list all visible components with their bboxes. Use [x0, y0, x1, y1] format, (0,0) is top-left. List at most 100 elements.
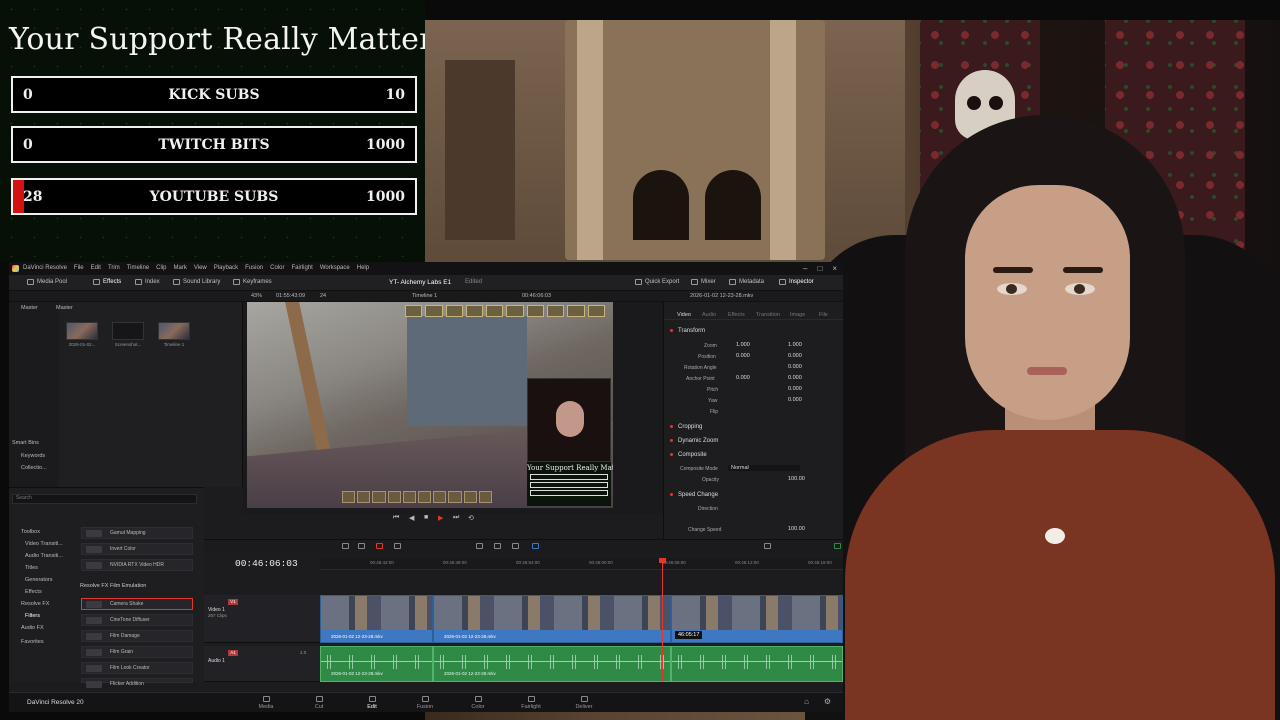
media-clip[interactable]: Screenshot...	[112, 322, 144, 348]
param-pitch-value[interactable]: 0.000	[788, 386, 802, 392]
video-frame[interactable]: Your Support Really Matters	[247, 302, 613, 508]
tree-item-filters[interactable]: Filters	[25, 613, 40, 619]
fx-nvidia-rtx-video-hdr[interactable]: NVIDIA RTX Video HDR	[81, 559, 193, 571]
trim-tool-icon[interactable]	[358, 543, 365, 549]
page-cut[interactable]: Cut	[304, 696, 334, 710]
minimize-icon[interactable]: –	[803, 264, 807, 273]
menu-item-view[interactable]: View	[194, 265, 207, 271]
snapping-icon[interactable]	[476, 543, 483, 549]
keyframes-button[interactable]: Keyframes	[233, 279, 272, 285]
tree-item-video-transitions[interactable]: Video Transiti...	[25, 541, 63, 547]
skip-start-icon[interactable]: ⏮	[393, 514, 399, 522]
tree-item-audio-fx[interactable]: Audio FX	[21, 625, 44, 631]
mixer-button[interactable]: Mixer	[691, 279, 716, 285]
page-color[interactable]: Color	[463, 696, 493, 710]
param-position-y[interactable]: 0.000	[788, 353, 802, 359]
index-button[interactable]: Index	[135, 279, 160, 285]
menu-item-timeline[interactable]: Timeline	[127, 265, 149, 271]
play-icon[interactable]: ▶	[438, 514, 443, 522]
menu-item-fairlight[interactable]: Fairlight	[291, 265, 312, 271]
tree-item-titles[interactable]: Titles	[25, 565, 38, 571]
video-clip[interactable]: 2026-01-02 12-23-28.mkv	[320, 595, 433, 643]
maximize-icon[interactable]: □	[817, 264, 822, 273]
video-track-header[interactable]: V1 Video 1 267 Clips	[204, 595, 320, 643]
volume-icon[interactable]	[764, 543, 771, 549]
menu-item-fusion[interactable]: Fusion	[245, 265, 263, 271]
menu-item-playback[interactable]: Playback	[214, 265, 238, 271]
param-anchor-y[interactable]: 0.000	[788, 375, 802, 381]
tree-item-toolbox[interactable]: Toolbox	[21, 529, 40, 535]
smart-bin-keywords[interactable]: Keywords	[21, 453, 45, 459]
tab-transition[interactable]: Transition	[756, 312, 780, 318]
tree-item-resolve-fx[interactable]: Resolve FX	[21, 601, 49, 607]
menu-item-workspace[interactable]: Workspace	[320, 265, 350, 271]
menu-item-color[interactable]: Color	[270, 265, 284, 271]
audio-track-header[interactable]: A1 Audio 1 2.0	[204, 646, 320, 682]
fx-cinetone-diffuser[interactable]: CineTone Diffuser	[81, 614, 193, 626]
page-deliver[interactable]: Deliver	[569, 696, 599, 710]
fx-flicker-addition[interactable]: Flicker Addition	[81, 678, 193, 688]
audio-clip[interactable]	[671, 646, 843, 682]
audio-clip[interactable]: 2026-01-02 12-23-28.mkv	[433, 646, 671, 682]
smart-bin-collections[interactable]: Collectio...	[21, 465, 47, 471]
param-yaw-value[interactable]: 0.000	[788, 397, 802, 403]
tree-item-effects[interactable]: Effects	[25, 589, 42, 595]
selection-tool-icon[interactable]	[342, 543, 349, 549]
fx-camera-shake[interactable]: Camera Shake	[81, 598, 193, 610]
page-media[interactable]: Media	[251, 696, 281, 710]
media-pool-button[interactable]: Media Pool	[27, 279, 67, 285]
menu-item-app[interactable]: DaVinci Resolve	[23, 265, 67, 271]
play-reverse-icon[interactable]: ◀	[409, 514, 414, 522]
composite-mode-select[interactable]: Normal	[728, 465, 800, 471]
tab-video[interactable]: Video	[677, 312, 691, 318]
section-composite[interactable]: Composite	[670, 452, 707, 458]
page-edit[interactable]: Edit	[357, 696, 387, 710]
audio-clip[interactable]: 2026-01-02 12-23-28.mkv	[320, 646, 433, 682]
timeline-name[interactable]: Timeline 1	[412, 293, 437, 299]
timeline-playhead[interactable]	[659, 558, 666, 682]
section-dynamic-zoom[interactable]: Dynamic Zoom	[670, 438, 718, 444]
loop-icon[interactable]: ⟲	[468, 514, 474, 522]
linked-selection-icon[interactable]	[494, 543, 501, 549]
param-anchor-x[interactable]: 0.000	[736, 375, 750, 381]
sound-library-button[interactable]: Sound Library	[173, 279, 220, 285]
viewer-zoom[interactable]: 43%	[251, 293, 262, 299]
menu-item-file[interactable]: File	[74, 265, 84, 271]
menu-item-clip[interactable]: Clip	[156, 265, 166, 271]
video-clip[interactable]: 2026-01-02 12-23-28.mkv	[433, 595, 671, 643]
fx-film-look-creator[interactable]: Film Look Creator	[81, 662, 193, 674]
section-speed-change[interactable]: Speed Change	[670, 492, 718, 498]
fx-film-grain[interactable]: Film Grain	[81, 646, 193, 658]
param-zoom-x[interactable]: 1.000	[736, 342, 750, 348]
tab-image[interactable]: Image	[790, 312, 805, 318]
home-icon[interactable]: ⌂	[804, 697, 809, 706]
menu-item-trim[interactable]: Trim	[108, 265, 120, 271]
inspector-button[interactable]: Inspector	[779, 279, 814, 285]
stop-icon[interactable]: ■	[424, 514, 428, 521]
fx-gamut-mapping[interactable]: Gamut Mapping	[81, 527, 193, 539]
effects-search-input[interactable]: Search	[12, 494, 197, 504]
page-fairlight[interactable]: Fairlight	[516, 696, 546, 710]
quick-export-button[interactable]: Quick Export	[635, 279, 679, 285]
menu-item-edit[interactable]: Edit	[91, 265, 101, 271]
bin-master[interactable]: Master	[21, 305, 38, 311]
skip-end-icon[interactable]: ⏭	[453, 514, 459, 522]
fx-film-damage[interactable]: Film Damage	[81, 630, 193, 642]
close-icon[interactable]: ×	[832, 264, 837, 273]
tree-item-audio-transitions[interactable]: Audio Transiti...	[25, 553, 63, 559]
param-rotation-value[interactable]: 0.000	[788, 364, 802, 370]
page-fusion[interactable]: Fusion	[410, 696, 440, 710]
param-zoom-y[interactable]: 1.000	[788, 342, 802, 348]
menu-item-help[interactable]: Help	[357, 265, 369, 271]
tab-effects[interactable]: Effects	[728, 312, 745, 318]
opacity-value[interactable]: 100.00	[788, 476, 805, 482]
effects-button[interactable]: Effects	[93, 279, 121, 285]
section-cropping[interactable]: Cropping	[670, 424, 702, 430]
dynamic-trim-icon[interactable]	[376, 543, 383, 549]
lock-icon[interactable]	[512, 543, 519, 549]
media-clip[interactable]: Timeline 1	[158, 322, 190, 348]
metadata-button[interactable]: Metadata	[729, 279, 764, 285]
param-position-x[interactable]: 0.000	[736, 353, 750, 359]
change-speed-value[interactable]: 100.00	[788, 526, 805, 532]
blade-tool-icon[interactable]	[394, 543, 401, 549]
